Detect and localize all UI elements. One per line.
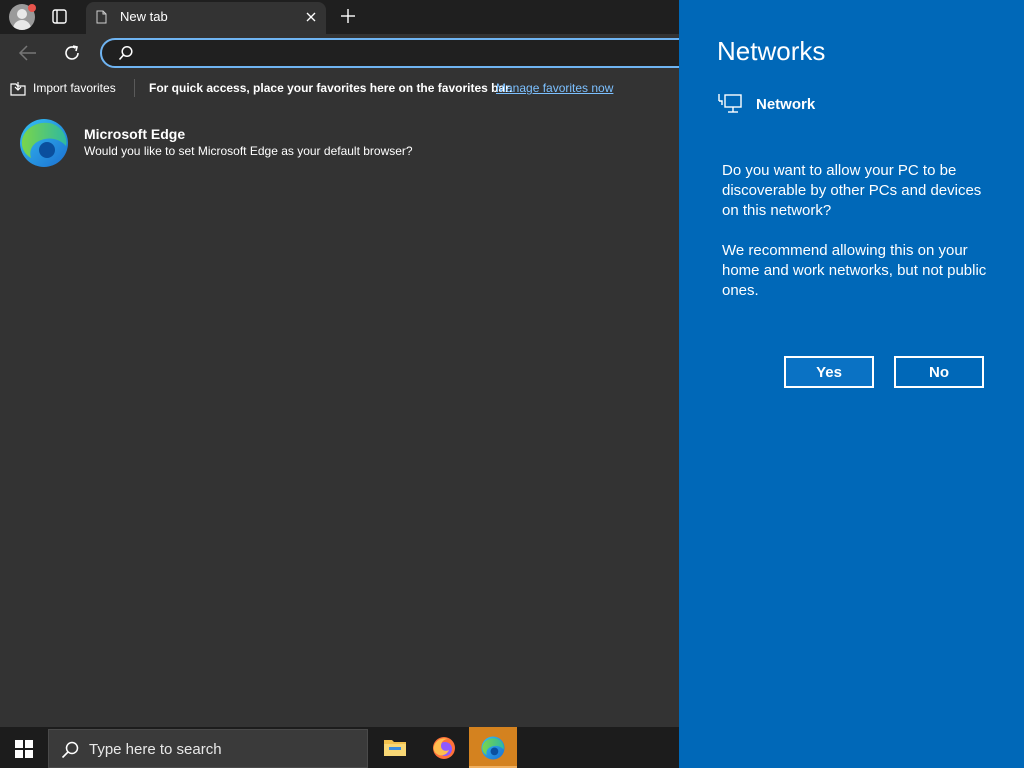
discoverable-question: Do you want to allow your PC to be disco… xyxy=(722,162,982,219)
search-icon xyxy=(61,741,79,759)
close-tab-icon[interactable] xyxy=(304,10,318,24)
microsoft-edge-icon xyxy=(481,736,505,760)
taskbar-microsoft-edge[interactable] xyxy=(469,727,517,768)
microsoft-edge-logo-icon xyxy=(20,119,68,167)
avatar-body xyxy=(13,20,31,30)
profile-notification-badge xyxy=(28,4,36,12)
favorites-bar-message: For quick access, place your favorites h… xyxy=(149,81,513,95)
import-favorites-icon xyxy=(10,81,26,96)
start-button[interactable] xyxy=(0,727,48,768)
address-bar[interactable] xyxy=(100,38,679,68)
wired-network-icon xyxy=(718,94,742,113)
refresh-icon[interactable] xyxy=(62,43,82,63)
favorites-bar-divider xyxy=(134,79,135,97)
default-notice-text: Would you like to set Microsoft Edge as … xyxy=(84,144,413,158)
default-browser-notice: Microsoft Edge Would you like to set Mic… xyxy=(0,104,679,180)
taskbar-file-explorer[interactable] xyxy=(371,727,419,768)
default-notice-title: Microsoft Edge xyxy=(84,126,186,142)
manage-favorites-link[interactable]: Manage favorites now xyxy=(496,81,613,95)
tab-new-tab[interactable]: New tab xyxy=(86,2,326,34)
taskbar-search-placeholder: Type here to search xyxy=(89,741,222,758)
search-icon xyxy=(118,45,133,61)
favorites-bar: Import favorites For quick access, place… xyxy=(0,72,679,104)
file-explorer-icon xyxy=(384,740,406,756)
no-button[interactable]: No xyxy=(894,356,984,388)
taskbar-firefox[interactable] xyxy=(420,727,468,768)
firefox-icon xyxy=(433,737,455,759)
network-row: Network xyxy=(718,93,815,115)
taskbar: Type here to search xyxy=(0,727,679,768)
taskbar-search-box[interactable]: Type here to search xyxy=(48,729,368,768)
edge-browser-window: New tab Import favorites For quick acces… xyxy=(0,0,679,727)
avatar-head xyxy=(17,9,27,19)
discoverable-recommendation: We recommend allowing this on your home … xyxy=(722,242,987,299)
browser-toolbar xyxy=(0,34,679,72)
tab-actions-icon[interactable] xyxy=(52,9,67,24)
networks-flyout-title: Networks xyxy=(717,36,826,66)
new-tab-plus-icon[interactable] xyxy=(340,8,356,24)
tab-strip: New tab xyxy=(0,0,679,34)
import-favorites-label: Import favorites xyxy=(33,81,116,95)
back-arrow-icon[interactable] xyxy=(18,44,38,62)
yes-button[interactable]: Yes xyxy=(784,356,874,388)
address-input[interactable] xyxy=(144,43,679,63)
windows-logo-icon xyxy=(15,740,33,758)
page-icon xyxy=(96,10,107,24)
tab-title: New tab xyxy=(120,9,168,24)
networks-flyout: Networks Network Do you want to allow yo… xyxy=(679,0,1024,768)
import-favorites-button[interactable]: Import favorites xyxy=(10,79,116,97)
network-name: Network xyxy=(756,95,816,113)
